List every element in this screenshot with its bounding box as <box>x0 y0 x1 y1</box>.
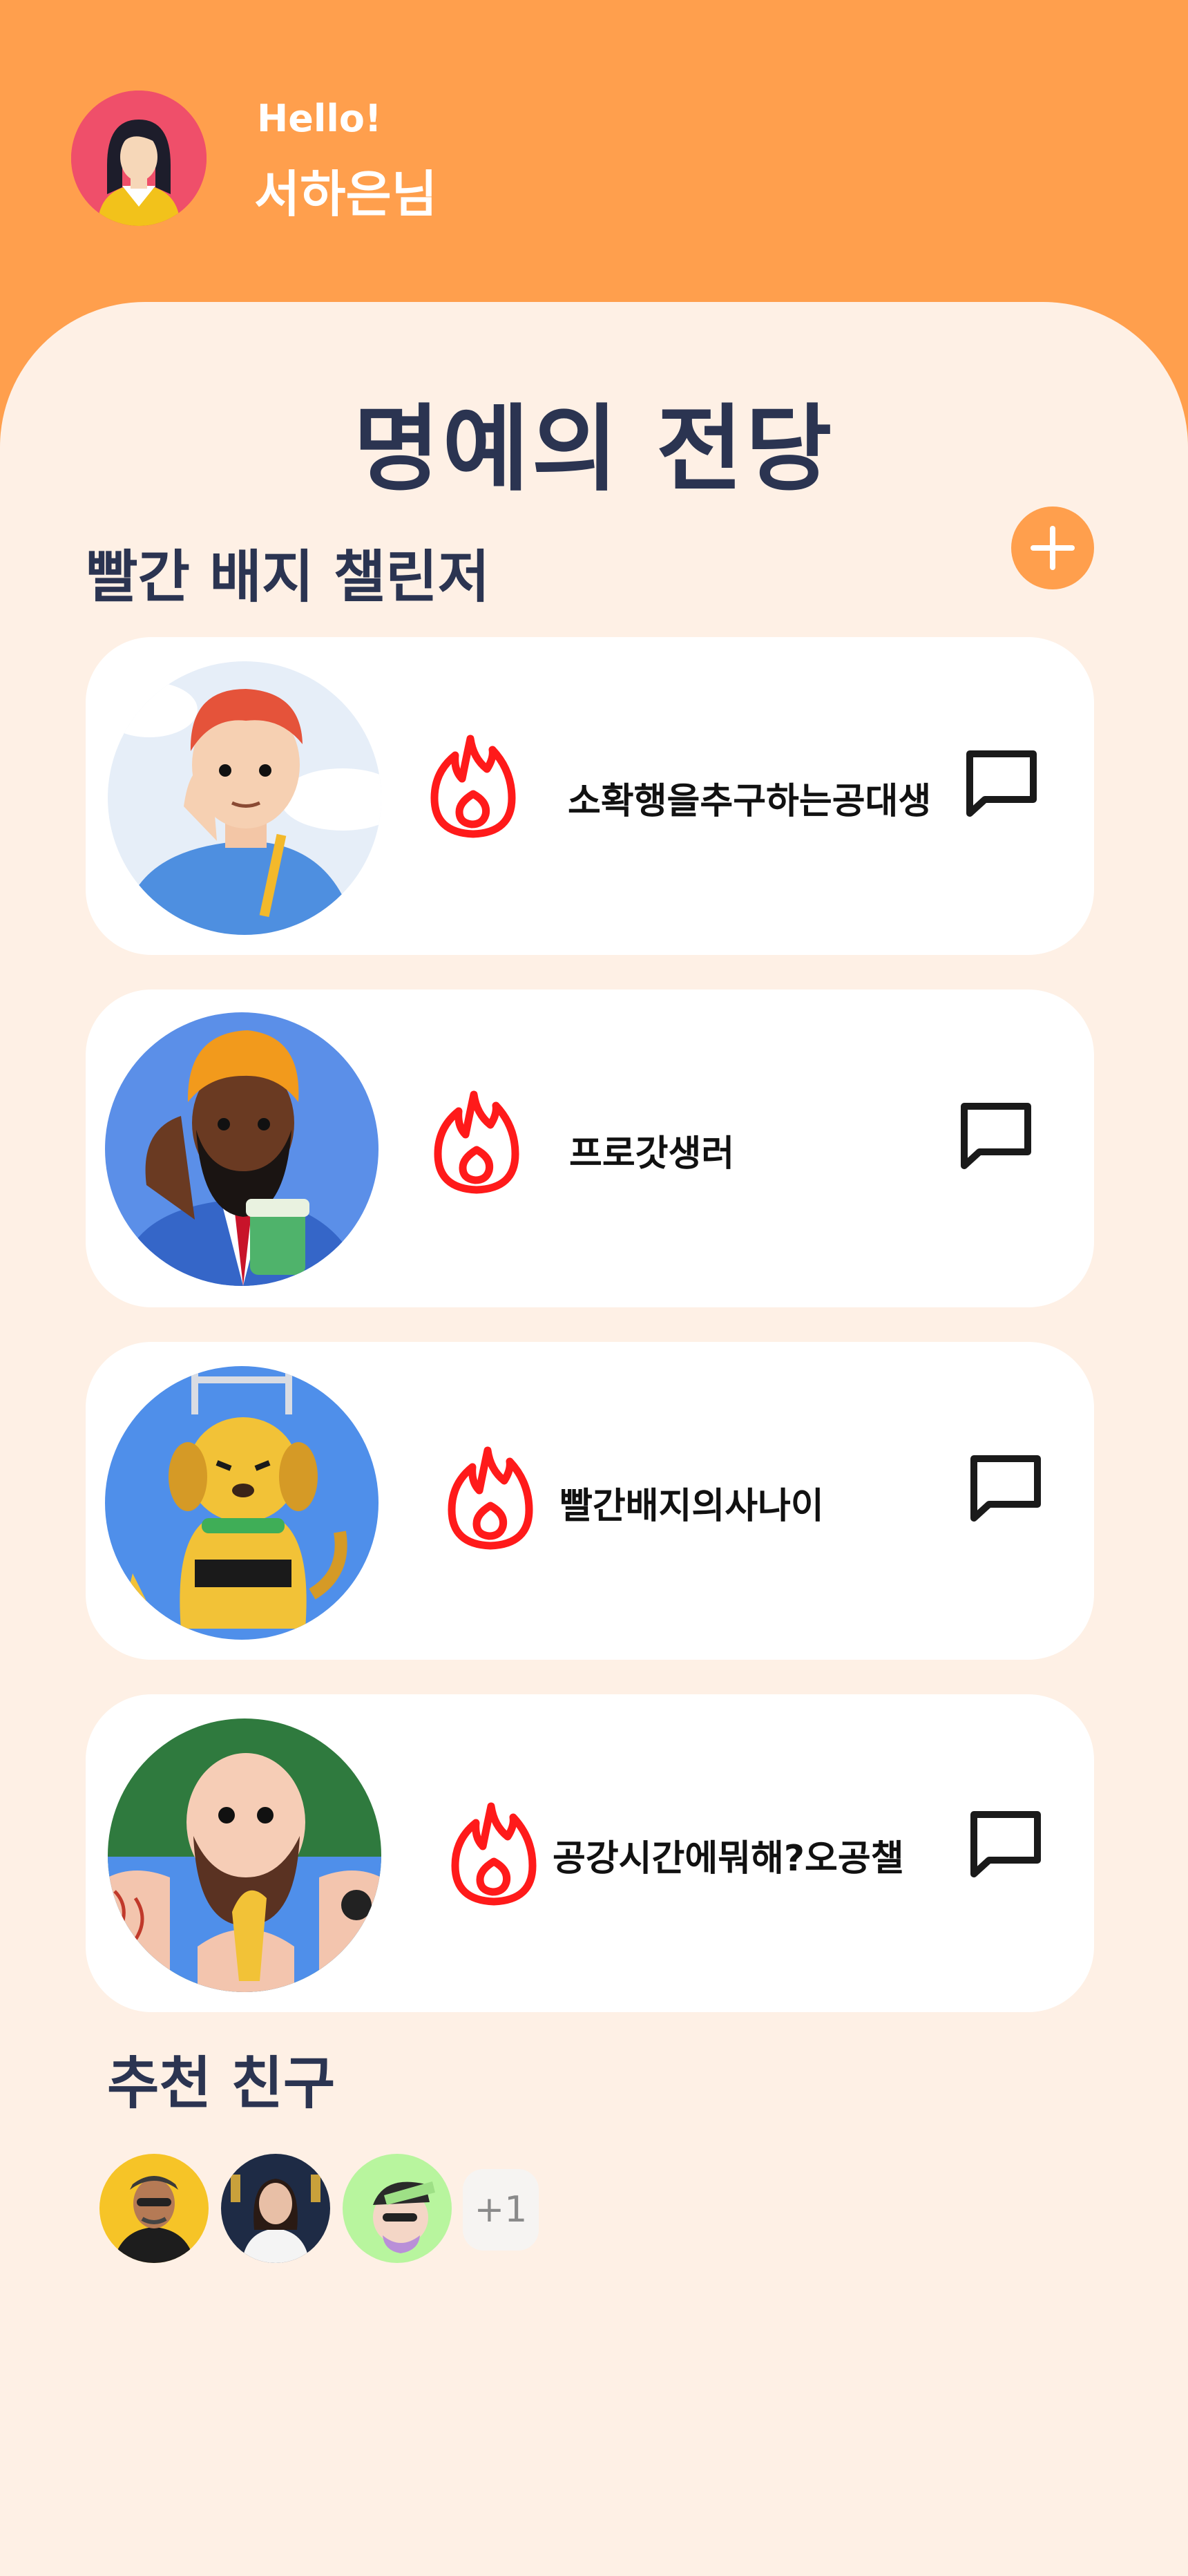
challenger-name: 공강시간에뭐해?오공챌 <box>553 1838 904 1879</box>
chat-button[interactable] <box>967 1449 1044 1526</box>
friend-avatar[interactable] <box>221 2154 330 2263</box>
challenger-avatar <box>105 1012 379 1286</box>
challenger-avatar <box>108 1718 381 1992</box>
chat-icon <box>970 1811 1041 1877</box>
challenger-card[interactable]: 빨간배지의사나이 <box>86 1342 1094 1660</box>
more-friends-count[interactable]: +1 <box>463 2169 539 2251</box>
recommended-friends-list: +1 <box>0 2154 1188 2268</box>
plus-icon <box>1031 526 1075 570</box>
header: Hello! 서하은님 <box>0 0 1188 332</box>
challenger-card[interactable]: 공강시간에뭐해?오공챌 <box>86 1694 1094 2012</box>
recommended-section-title: 추천 친구 <box>107 2051 336 2116</box>
friend-avatar[interactable] <box>343 2154 452 2263</box>
challenger-name: 소확행을추구하는공대생 <box>568 781 932 822</box>
friend-avatar[interactable] <box>99 2154 209 2263</box>
user-name: 서하은님 <box>254 165 437 223</box>
add-button[interactable] <box>1011 506 1094 589</box>
chat-button[interactable] <box>957 1097 1035 1174</box>
challenger-name: 프로갓생러 <box>569 1133 735 1175</box>
flame-icon <box>448 1446 533 1550</box>
challengers-section-title: 빨간 배지 챌린저 <box>86 544 490 610</box>
chat-icon <box>961 1103 1031 1169</box>
chat-icon <box>966 750 1037 817</box>
user-avatar[interactable] <box>71 91 207 226</box>
flame-icon <box>434 1090 519 1194</box>
challenger-avatar <box>108 661 381 935</box>
flame-icon <box>451 1802 537 1906</box>
flame-icon <box>430 735 516 838</box>
challenger-card[interactable]: 프로갓생러 <box>86 989 1094 1307</box>
chat-button[interactable] <box>963 744 1040 822</box>
challenger-name: 빨간배지의사나이 <box>559 1486 824 1527</box>
challenger-avatar <box>105 1366 379 1640</box>
page-title: 명예의 전당 <box>353 395 835 504</box>
chat-button[interactable] <box>967 1805 1044 1882</box>
chat-icon <box>970 1455 1041 1522</box>
challenger-card[interactable]: 소확행을추구하는공대생 <box>86 637 1094 955</box>
greeting-text: Hello! <box>257 97 382 140</box>
